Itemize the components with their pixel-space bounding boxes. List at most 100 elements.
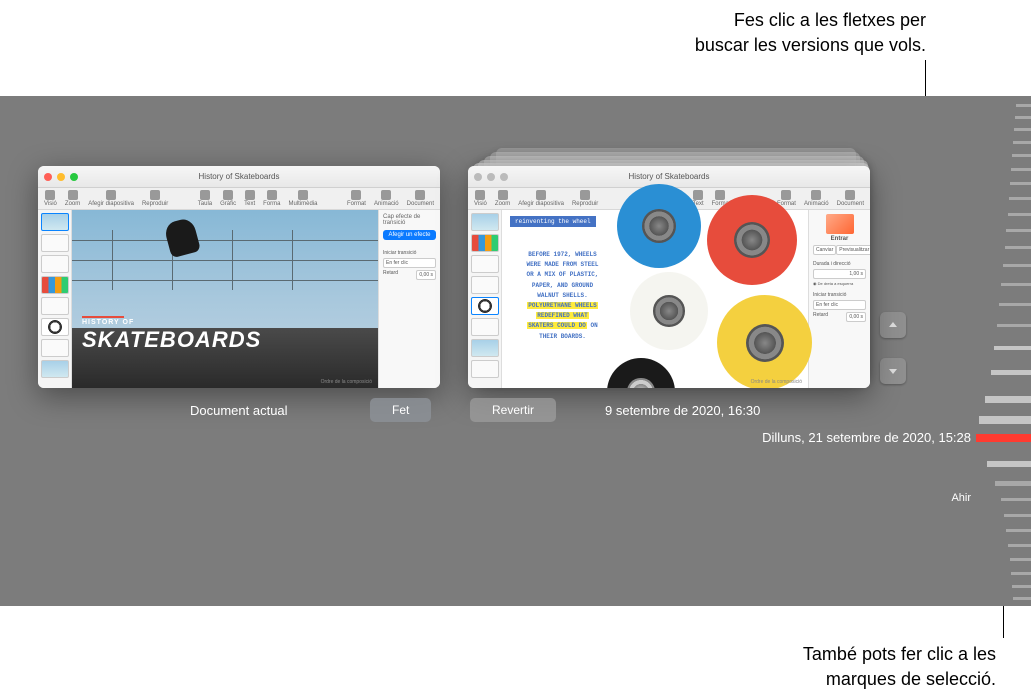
slide-thumbnail[interactable] bbox=[471, 339, 499, 357]
timeline-tick[interactable] bbox=[1016, 104, 1031, 107]
slide-badge: reinventing the wheel bbox=[510, 216, 596, 227]
timeline-tick[interactable] bbox=[994, 346, 1031, 350]
timeline-tick[interactable] bbox=[1010, 558, 1031, 561]
toolbar-table[interactable]: Taula bbox=[198, 190, 212, 207]
version-document-window[interactable]: History of Skateboards Visió Zoom Afegir… bbox=[468, 166, 870, 388]
delay-label: Retard bbox=[813, 312, 828, 322]
toolbar-shape[interactable]: Forma bbox=[263, 190, 280, 207]
slide-thumbnail[interactable] bbox=[41, 318, 69, 336]
timeline-tick[interactable] bbox=[1001, 498, 1031, 501]
slide-thumbnail[interactable] bbox=[41, 213, 69, 231]
slide-title: SKATEBOARDS bbox=[82, 327, 261, 353]
build-order[interactable]: Ordre de la composició bbox=[751, 379, 802, 385]
slide-thumbnail[interactable] bbox=[41, 339, 69, 357]
direction-field[interactable]: ◉ De dreta a esquerra bbox=[813, 281, 853, 286]
toolbar-animate[interactable]: Animació bbox=[804, 190, 829, 207]
toolbar: Visió Zoom Afegir diapositiva Reproduir … bbox=[38, 188, 440, 210]
timeline-tick[interactable] bbox=[1008, 544, 1031, 547]
nav-arrow-down[interactable] bbox=[880, 358, 906, 384]
chevron-up-icon bbox=[887, 319, 899, 331]
slide-navigator[interactable] bbox=[468, 210, 502, 388]
slide-thumbnail[interactable] bbox=[471, 318, 499, 336]
nav-arrow-up[interactable] bbox=[880, 312, 906, 338]
annotation-ticks: També pots fer clic a les marques de sel… bbox=[803, 642, 996, 692]
chevron-down-icon bbox=[887, 365, 899, 377]
add-effect-button[interactable]: Afegir un efecte bbox=[383, 230, 436, 240]
revert-button[interactable]: Revertir bbox=[470, 398, 556, 422]
toolbar-add-slide[interactable]: Afegir diapositiva bbox=[88, 190, 134, 207]
timeline-tick[interactable] bbox=[1009, 197, 1031, 200]
slide-thumbnail[interactable] bbox=[41, 255, 69, 273]
current-document-window[interactable]: History of Skateboards Visió Zoom Afegir… bbox=[38, 166, 440, 388]
preview-button[interactable]: Previsualitzar bbox=[836, 245, 870, 255]
toolbar-text[interactable]: Text bbox=[244, 190, 255, 207]
slide-thumbnail[interactable] bbox=[471, 276, 499, 294]
timeline-tick[interactable] bbox=[995, 481, 1031, 486]
timeline-tick[interactable] bbox=[1008, 213, 1031, 216]
timeline-tick[interactable] bbox=[1005, 246, 1031, 249]
slide-thumbnail[interactable] bbox=[41, 276, 69, 294]
delay-field[interactable]: 0,00 s bbox=[846, 312, 866, 322]
timeline-tick[interactable] bbox=[1011, 572, 1031, 575]
toolbar-view[interactable]: Visió bbox=[44, 190, 57, 207]
timeline-tick[interactable] bbox=[1001, 283, 1031, 286]
timeline-tick[interactable] bbox=[987, 461, 1031, 467]
build-order[interactable]: Ordre de la composició bbox=[321, 379, 372, 385]
toolbar-media[interactable]: Multimèdia bbox=[288, 190, 317, 207]
slide-thumbnail[interactable] bbox=[471, 297, 499, 315]
toolbar-zoom[interactable]: Zoom bbox=[495, 190, 510, 207]
toolbar-zoom[interactable]: Zoom bbox=[65, 190, 80, 207]
transition-start-field[interactable]: En fer clic bbox=[383, 258, 436, 268]
duration-field[interactable]: 1,00 s bbox=[813, 269, 866, 279]
inspector-section: Iniciar transició bbox=[383, 250, 436, 256]
timeline-tick[interactable] bbox=[1013, 597, 1031, 600]
timeline-tick[interactable] bbox=[1003, 264, 1031, 267]
toolbar-document[interactable]: Document bbox=[837, 190, 864, 207]
toolbar-view[interactable]: Visió bbox=[474, 190, 487, 207]
toolbar-add-slide[interactable]: Afegir diapositiva bbox=[518, 190, 564, 207]
slide-thumbnail[interactable] bbox=[471, 255, 499, 273]
current-document-label: Document actual bbox=[190, 403, 288, 418]
toolbar-document[interactable]: Document bbox=[407, 190, 434, 207]
toolbar-chart[interactable]: Gràfic bbox=[220, 190, 236, 207]
toolbar-animate[interactable]: Animació bbox=[374, 190, 399, 207]
inspector-panel: Entrar Canviar Previsualitzar Durada i d… bbox=[808, 210, 870, 388]
transition-start-field[interactable]: En fer clic bbox=[813, 300, 866, 310]
timeline-tick[interactable] bbox=[999, 303, 1031, 306]
timeline-tick[interactable] bbox=[1015, 116, 1031, 119]
change-button[interactable]: Canviar bbox=[813, 245, 836, 255]
window-title: History of Skateboards bbox=[468, 172, 870, 181]
slide-thumbnail[interactable] bbox=[471, 234, 499, 252]
timeline-tick[interactable] bbox=[991, 370, 1031, 375]
timeline-tick[interactable] bbox=[1013, 141, 1031, 144]
slide-navigator[interactable] bbox=[38, 210, 72, 388]
timeline-tick[interactable] bbox=[1006, 229, 1031, 232]
timeline-tick[interactable] bbox=[1012, 154, 1031, 157]
delay-field[interactable]: 0,00 s bbox=[416, 270, 436, 280]
timeline-tick[interactable] bbox=[1014, 128, 1031, 131]
slide-thumbnail[interactable] bbox=[41, 360, 69, 378]
timeline-tick[interactable] bbox=[1012, 585, 1031, 588]
window-title: History of Skateboards bbox=[38, 172, 440, 181]
timeline-tick[interactable] bbox=[1011, 168, 1031, 171]
slide-thumbnail[interactable] bbox=[41, 297, 69, 315]
timeline-tick-current[interactable] bbox=[976, 434, 1031, 442]
slide-thumbnail[interactable] bbox=[41, 234, 69, 252]
inspector-panel: Cap efecte de transició Afegir un efecte… bbox=[378, 210, 440, 388]
toolbar-format[interactable]: Format bbox=[347, 190, 366, 207]
slide-canvas[interactable]: reinventing the wheel BEFORE 1972, WHEEL… bbox=[502, 210, 808, 388]
slide-thumbnail[interactable] bbox=[471, 213, 499, 231]
wheel-image bbox=[707, 195, 797, 285]
timeline-tick[interactable] bbox=[979, 416, 1031, 424]
done-button[interactable]: Fet bbox=[370, 398, 431, 422]
timeline-tick[interactable] bbox=[1010, 182, 1031, 185]
toolbar-play[interactable]: Reproduir bbox=[572, 190, 598, 207]
slide-canvas[interactable]: HISTORY OF SKATEBOARDS Ordre de la compo… bbox=[72, 210, 378, 388]
timeline-tick[interactable] bbox=[1004, 514, 1031, 517]
wheel-image bbox=[617, 184, 701, 268]
timeline-tick[interactable] bbox=[985, 396, 1031, 403]
slide-thumbnail[interactable] bbox=[471, 360, 499, 378]
timeline-tick[interactable] bbox=[1006, 529, 1031, 532]
toolbar-play[interactable]: Reproduir bbox=[142, 190, 168, 207]
timeline-tick[interactable] bbox=[997, 324, 1031, 327]
